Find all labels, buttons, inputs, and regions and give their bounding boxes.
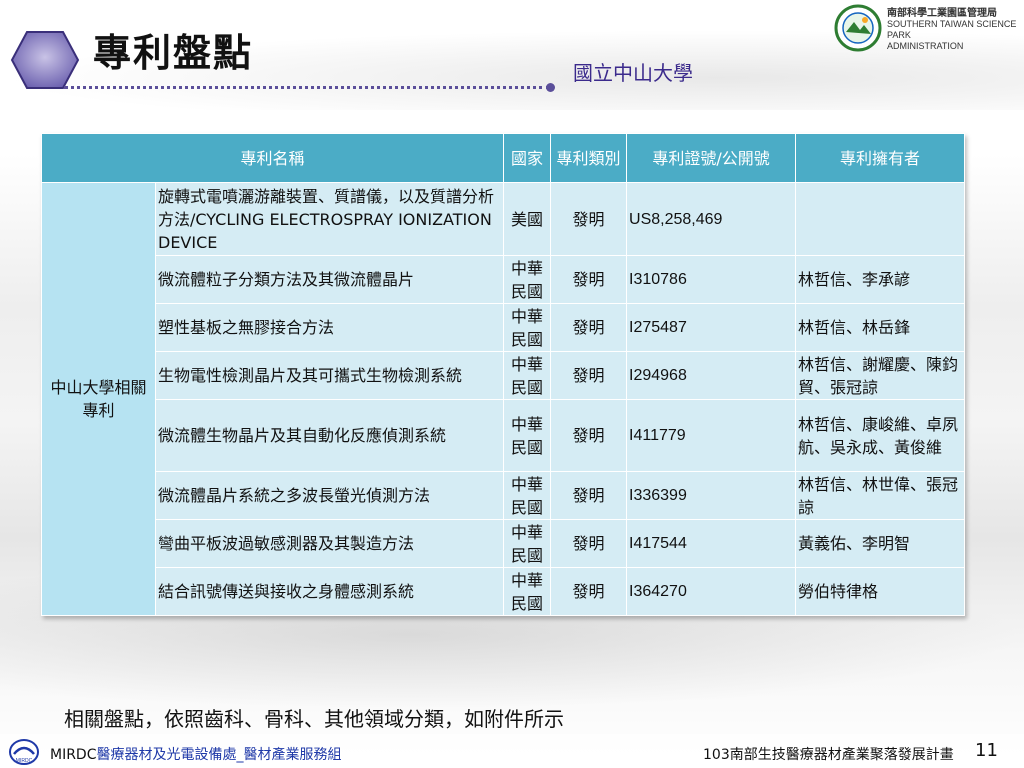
country-cell: 美國	[503, 182, 552, 256]
type-cell: 發明	[550, 255, 628, 304]
patent-name-cell: 微流體粒子分類方法及其微流體晶片	[154, 255, 505, 304]
header-patent-type: 專利類別	[550, 133, 628, 183]
number-cell: I364270	[626, 567, 797, 616]
table-row: 微流體生物晶片及其自動化反應偵測系統 中華民國 發明 I411779 林哲信、康…	[42, 399, 966, 472]
country-cell: 中華民國	[503, 399, 552, 472]
mirdc-logo-icon: MIRDC	[9, 739, 39, 765]
footer-plan-name: 103南部生技醫療器材產業聚落發展計畫	[703, 747, 954, 763]
country-cell: 中華民國	[503, 471, 552, 520]
number-cell: I275487	[626, 303, 797, 352]
type-cell: 發明	[550, 567, 628, 616]
patent-name-cell: 微流體晶片系統之多波長螢光偵測方法	[154, 471, 505, 520]
table-row: 微流體粒子分類方法及其微流體晶片 中華民國 發明 I310786 林哲信、李承諺	[42, 255, 966, 304]
title-divider	[64, 86, 550, 89]
type-cell: 發明	[550, 519, 628, 568]
header-patent-name: 專利名稱	[40, 133, 505, 183]
mirdc-logo-label: MIRDC	[16, 758, 33, 764]
country-cell: 中華民國	[503, 567, 552, 616]
type-cell: 發明	[550, 303, 628, 352]
group-label: 中山大學相關專利	[41, 182, 156, 616]
header-patent-owner: 專利擁有者	[795, 133, 966, 183]
patent-name-cell: 彎曲平板波過敏感測器及其製造方法	[154, 519, 505, 568]
hexagon-icon	[10, 31, 80, 89]
table-row: 微流體晶片系統之多波長螢光偵測方法 中華民國 發明 I336399 林哲信、林世…	[42, 471, 966, 520]
owner-cell: 林哲信、林世偉、張冠諒	[795, 471, 966, 520]
table-row: 彎曲平板波過敏感測器及其製造方法 中華民國 發明 I417544 黃義佑、李明智	[42, 519, 966, 568]
owner-cell: 林哲信、康峻維、卓夙航、吳永成、黃俊維	[795, 399, 966, 472]
divider-end-dot	[546, 83, 555, 92]
page-subtitle: 國立中山大學	[573, 61, 693, 85]
page-number: 11	[975, 740, 998, 761]
table-header-row: 專利名稱 國家 專利類別 專利證號/公開號 專利擁有者	[40, 133, 966, 183]
number-cell: I294968	[626, 351, 797, 400]
logo-line2: SOUTHERN TAIWAN SCIENCE PARK	[887, 19, 1017, 40]
owner-cell: 林哲信、謝耀慶、陳鈞貿、張冠諒	[795, 351, 966, 400]
footer-org-code: MIRDC	[50, 747, 97, 763]
number-cell: I336399	[626, 471, 797, 520]
footnote-text: 相關盤點，依照齒科、骨科、其他領域分類，如附件所示	[64, 707, 564, 731]
type-cell: 發明	[550, 471, 628, 520]
country-cell: 中華民國	[503, 351, 552, 400]
patent-name-cell: 結合訊號傳送與接收之身體感測系統	[154, 567, 505, 616]
patent-name-cell: 旋轉式電噴灑游離裝置、質譜儀，以及質譜分析方法/CYCLING ELECTROS…	[154, 182, 505, 256]
table-row: 結合訊號傳送與接收之身體感測系統 中華民國 發明 I364270 勞伯特律格	[42, 567, 966, 616]
number-cell: I417544	[626, 519, 797, 568]
stsp-logo-icon	[834, 4, 882, 52]
header-patent-number: 專利證號/公開號	[626, 133, 797, 183]
number-cell: US8,258,469	[626, 182, 797, 256]
patent-name-cell: 塑性基板之無膠接合方法	[154, 303, 505, 352]
owner-cell: 林哲信、林岳鋒	[795, 303, 966, 352]
owner-cell: 林哲信、李承諺	[795, 255, 966, 304]
owner-cell: 勞伯特律格	[795, 567, 966, 616]
number-cell: I310786	[626, 255, 797, 304]
footer-department: 醫療器材及光電設備處_醫材產業服務組	[96, 747, 342, 763]
type-cell: 發明	[550, 182, 628, 256]
stsp-logo-text: 南部科學工業園區管理局 SOUTHERN TAIWAN SCIENCE PARK…	[887, 8, 1024, 52]
table-row: 塑性基板之無膠接合方法 中華民國 發明 I275487 林哲信、林岳鋒	[42, 303, 966, 352]
owner-cell: 黃義佑、李明智	[795, 519, 966, 568]
header-country: 國家	[503, 133, 552, 183]
patent-name-cell: 微流體生物晶片及其自動化反應偵測系統	[154, 399, 505, 472]
country-cell: 中華民國	[503, 519, 552, 568]
patent-table: 專利名稱 國家 專利類別 專利證號/公開號 專利擁有者 中山大學相關專利 旋轉式…	[40, 133, 966, 616]
footer-organization: MIRDC醫療器材及光電設備處_醫材產業服務組	[50, 744, 342, 764]
patent-name-cell: 生物電性檢測晶片及其可攜式生物檢測系統	[154, 351, 505, 400]
number-cell: I411779	[626, 399, 797, 472]
page-title: 專利盤點	[93, 31, 254, 75]
logo-line1: 南部科學工業園區管理局	[887, 8, 997, 19]
type-cell: 發明	[550, 351, 628, 400]
owner-cell	[795, 182, 966, 256]
country-cell: 中華民國	[503, 303, 552, 352]
table-row: 生物電性檢測晶片及其可攜式生物檢測系統 中華民國 發明 I294968 林哲信、…	[42, 351, 966, 400]
type-cell: 發明	[550, 399, 628, 472]
table-row: 中山大學相關專利 旋轉式電噴灑游離裝置、質譜儀，以及質譜分析方法/CYCLING…	[41, 182, 966, 616]
logo-line3: ADMINISTRATION	[887, 41, 964, 51]
country-cell: 中華民國	[503, 255, 552, 304]
